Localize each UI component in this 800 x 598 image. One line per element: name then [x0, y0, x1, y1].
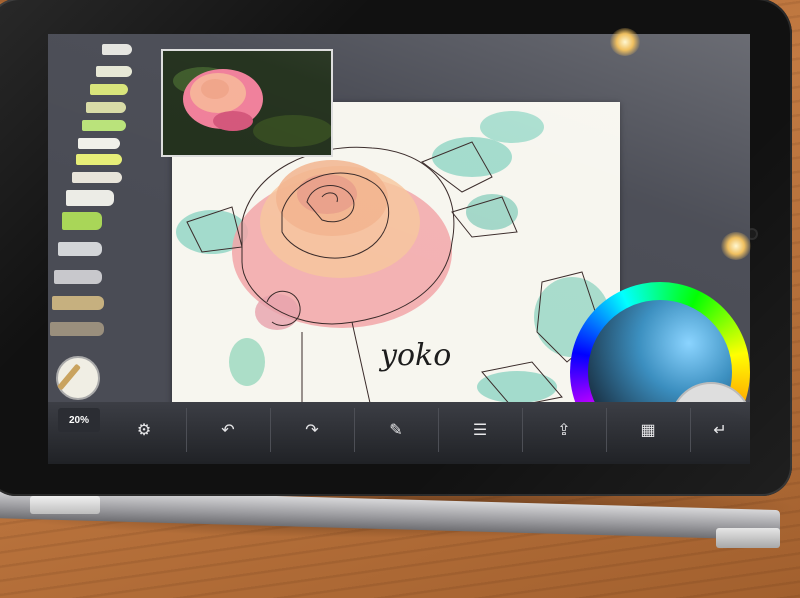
settings-gear-icon[interactable]: ⚙: [102, 408, 187, 452]
exit-icon[interactable]: ↵: [690, 408, 750, 452]
highlighter-tool[interactable]: [82, 120, 126, 131]
undo-icon[interactable]: ↶: [186, 408, 271, 452]
pencil-tool[interactable]: [102, 44, 132, 55]
reference-rose-image: [163, 51, 331, 155]
tablet-device: yoko 20% ⚙ ↶ ↷ ✎ ☰ ⇪ ▦ ↵: [0, 0, 792, 496]
brush-rail: [48, 34, 164, 406]
wide-brush-tool[interactable]: [50, 322, 104, 336]
ink-pen-tool[interactable]: [72, 172, 122, 183]
airbrush-tool[interactable]: [54, 270, 102, 284]
fineliner-tool[interactable]: [78, 138, 120, 149]
zoom-level[interactable]: 20%: [58, 408, 100, 432]
layers-icon[interactable]: ☰: [438, 408, 523, 452]
ceiling-light-reflection: [610, 28, 640, 56]
marker-yellow-tool[interactable]: [90, 84, 128, 95]
signature-text: yoko: [380, 338, 452, 373]
cover-hinge-left: [30, 496, 100, 514]
app-screen: yoko 20% ⚙ ↶ ↷ ✎ ☰ ⇪ ▦ ↵: [48, 34, 750, 464]
share-icon[interactable]: ⇪: [522, 408, 607, 452]
crayon-tool[interactable]: [96, 66, 132, 77]
redo-icon[interactable]: ↷: [270, 408, 355, 452]
marker-tool[interactable]: [86, 102, 126, 113]
gallery-icon[interactable]: ▦: [606, 408, 691, 452]
tube-tool[interactable]: [66, 190, 114, 206]
paint-tube-tool[interactable]: [62, 212, 102, 230]
ceiling-light-reflection: [721, 232, 751, 260]
brush-icon[interactable]: ✎: [354, 408, 439, 452]
reference-photo[interactable]: [161, 49, 333, 157]
brush-tool[interactable]: [52, 296, 104, 310]
cover-hinge-right: [716, 528, 780, 548]
pen-tool[interactable]: [76, 154, 122, 165]
bottom-toolbar: 20% ⚙ ↶ ↷ ✎ ☰ ⇪ ▦ ↵: [48, 402, 750, 464]
eraser-tool[interactable]: [58, 242, 102, 256]
